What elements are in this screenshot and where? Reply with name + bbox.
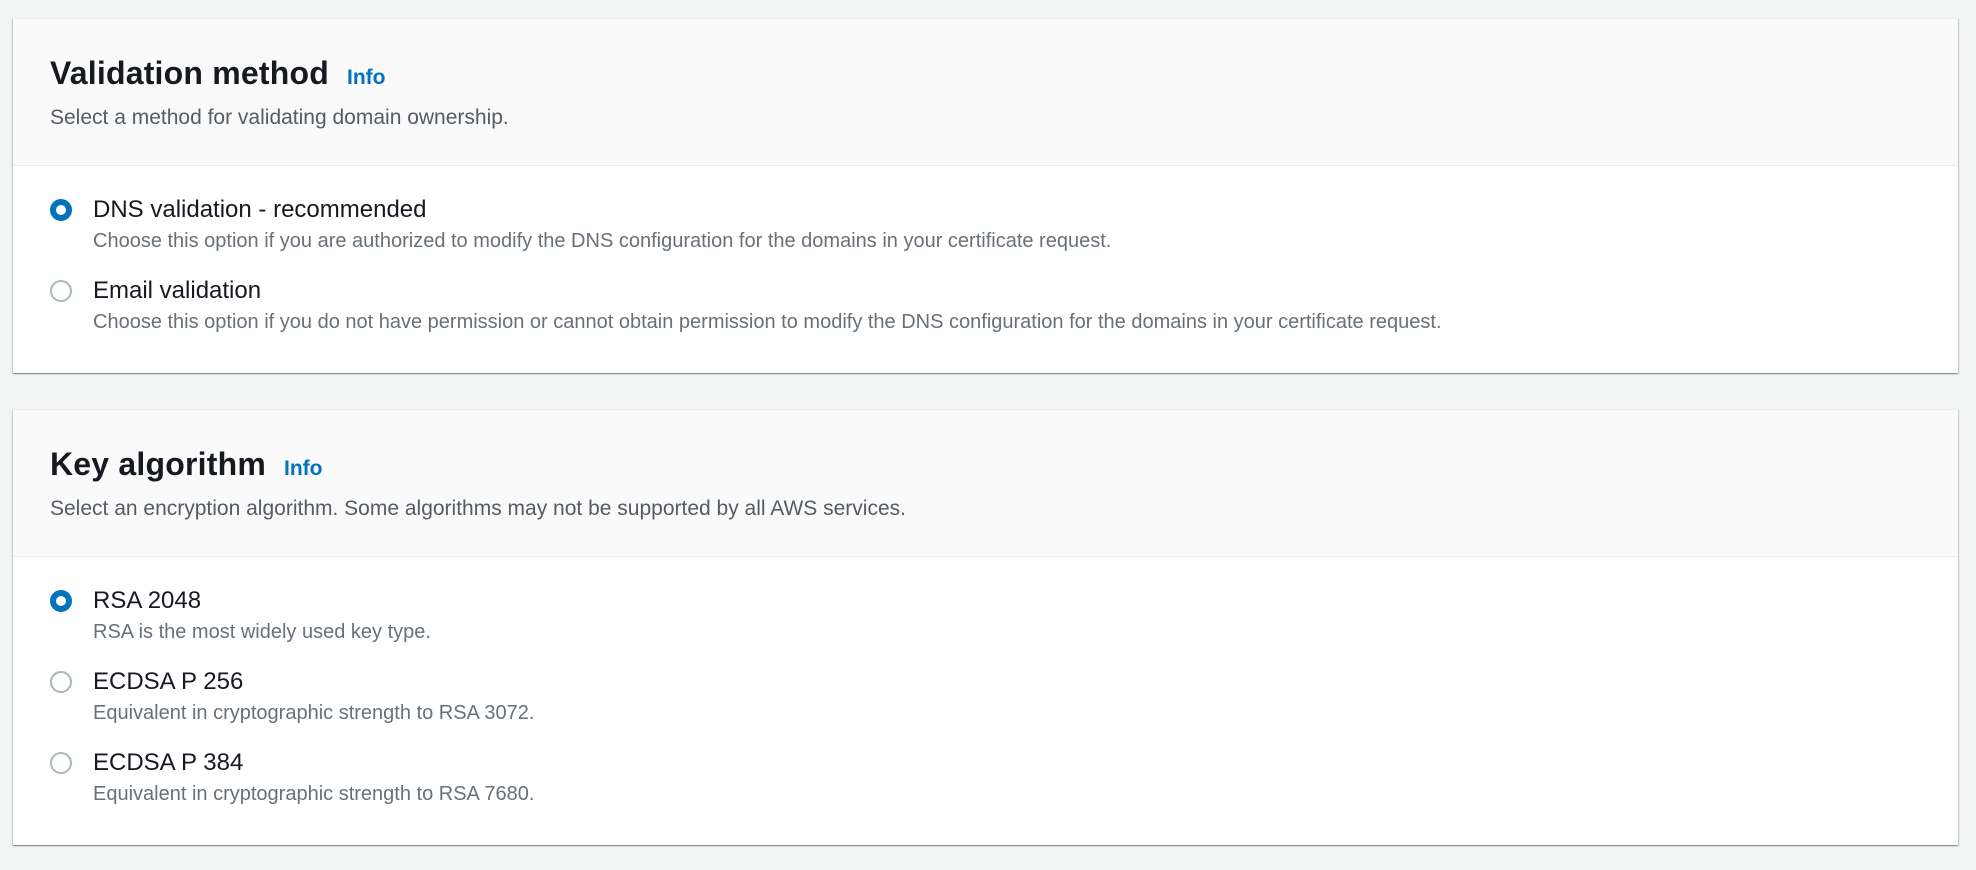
option-rsa-2048-description: RSA is the most widely used key type. [93,621,431,643]
option-rsa-2048-label: RSA 2048 [93,587,202,614]
option-ecdsa-p256-label: ECDSA P 256 [93,668,244,695]
option-dns-validation-label: DNS validation - recommended [93,196,427,223]
option-dns-validation-description: Choose this option if you are authorized… [93,230,1112,252]
validation-method-description: Select a method for validating domain ow… [50,106,509,129]
validation-method-header: Validation method Info Select a method f… [13,19,1958,166]
radio-dns-validation[interactable] [50,199,72,221]
validation-method-title-row: Validation method Info [50,55,1921,92]
key-algorithm-header: Key algorithm Info Select an encryption … [13,410,1958,557]
radio-rsa-2048[interactable] [50,590,72,612]
key-algorithm-info-link[interactable]: Info [284,457,322,481]
radio-email-validation[interactable] [50,280,72,302]
validation-method-options: DNS validation - recommended Choose this… [13,166,1958,372]
key-algorithm-panel: Key algorithm Info Select an encryption … [13,409,1958,845]
validation-method-panel: Validation method Info Select a method f… [13,18,1958,373]
option-email-validation-label: Email validation [93,277,262,304]
radio-ecdsa-p256[interactable] [50,671,72,693]
validation-method-title: Validation method [50,55,329,91]
option-ecdsa-p384-label: ECDSA P 384 [93,749,244,776]
key-algorithm-description: Select an encryption algorithm. Some alg… [50,497,906,520]
key-algorithm-title-row: Key algorithm Info [50,446,1921,483]
option-email-validation-description: Choose this option if you do not have pe… [93,311,1442,333]
radio-ecdsa-p384[interactable] [50,752,72,774]
validation-method-info-link[interactable]: Info [347,66,385,90]
key-algorithm-options: RSA 2048 RSA is the most widely used key… [13,557,1958,844]
option-ecdsa-p256-description: Equivalent in cryptographic strength to … [93,702,535,724]
key-algorithm-title: Key algorithm [50,446,266,482]
option-ecdsa-p384-description: Equivalent in cryptographic strength to … [93,783,535,805]
